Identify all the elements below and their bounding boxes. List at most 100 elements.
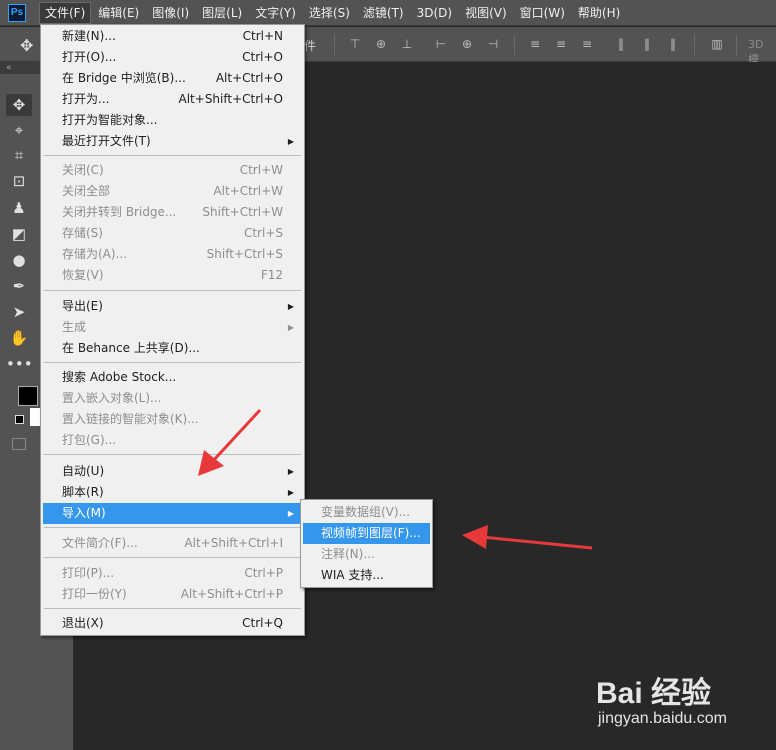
pen-tool-icon[interactable]: ✒	[6, 275, 32, 297]
menu-item-label: 打开(O)...	[62, 50, 117, 64]
menu-item-import[interactable]: 导入(M) ▶	[43, 503, 302, 524]
foreground-color-swatch[interactable]	[18, 386, 38, 406]
crop-tool-icon[interactable]: ⌗	[6, 144, 32, 166]
menu-view[interactable]: 视图(V)	[460, 3, 512, 23]
menu-item-shortcut: Alt+Ctrl+O	[215, 71, 283, 85]
menu-item-scripts[interactable]: 脚本(R) ▶	[43, 482, 302, 503]
menu-item-label: 打开为...	[62, 92, 110, 106]
menu-item-new[interactable]: 新建(N)... Ctrl+N	[43, 26, 302, 47]
distribute-vcenter-icon[interactable]: ≡	[554, 37, 568, 51]
menu-item-revert[interactable]: 恢复(V) F12	[43, 265, 302, 286]
menu-item-automate[interactable]: 自动(U) ▶	[43, 461, 302, 482]
menu-item-shortcut: Alt+Shift+Ctrl+P	[180, 587, 283, 601]
distribute-bottom-icon[interactable]: ≡	[580, 37, 594, 51]
menu-edit[interactable]: 编辑(E)	[93, 3, 144, 23]
menu-item-place-embedded[interactable]: 置入嵌入对象(L)...	[43, 388, 302, 409]
menu-type[interactable]: 文字(Y)	[250, 3, 301, 23]
menu-item-label: 置入链接的智能对象(K)...	[62, 412, 199, 426]
menu-item-print-one[interactable]: 打印一份(Y) Alt+Shift+Ctrl+P	[43, 584, 302, 605]
menu-item-open-recent[interactable]: 最近打开文件(T) ▶	[43, 131, 302, 152]
menu-item-shortcut: Shift+Ctrl+S	[206, 247, 283, 261]
move-tool-icon[interactable]: ✥	[6, 94, 32, 116]
menu-item-search-adobe-stock[interactable]: 搜索 Adobe Stock...	[43, 367, 302, 388]
menu-item-label: 搜索 Adobe Stock...	[62, 370, 177, 384]
menu-item-close-go-bridge[interactable]: 关闭并转到 Bridge... Shift+Ctrl+W	[43, 202, 302, 223]
menu-item-open-smart-object[interactable]: 打开为智能对象...	[43, 110, 302, 131]
menu-item-open[interactable]: 打开(O)... Ctrl+O	[43, 47, 302, 68]
frame-tool-icon[interactable]: ⊡	[6, 170, 32, 192]
menu-item-shortcut: Ctrl+O	[242, 50, 283, 64]
auto-align-icon[interactable]: ▥	[710, 37, 724, 51]
menu-item-file-info[interactable]: 文件简介(F)... Alt+Shift+Ctrl+I	[43, 533, 302, 554]
menu-3d[interactable]: 3D(D)	[412, 3, 457, 23]
more-tools-icon[interactable]: •••	[6, 353, 33, 375]
distribute-right-icon[interactable]: ‖	[666, 37, 680, 51]
menu-item-share-behance[interactable]: 在 Behance 上共享(D)...	[43, 338, 302, 359]
move-tool-icon[interactable]: ✥	[20, 36, 33, 55]
menu-separator	[44, 362, 301, 363]
align-bottom-icon[interactable]: ⊥	[400, 37, 414, 51]
path-select-tool-icon[interactable]: ➤	[6, 301, 32, 323]
submenu-item-notes[interactable]: 注释(N)...	[303, 544, 430, 565]
options-divider	[514, 35, 515, 55]
menu-bar: Ps 文件(F) 编辑(E) 图像(I) 图层(L) 文字(Y) 选择(S) 滤…	[0, 0, 776, 26]
menu-image[interactable]: 图像(I)	[147, 3, 194, 23]
align-vcenter-icon[interactable]: ⊕	[374, 37, 388, 51]
menu-item-export[interactable]: 导出(E) ▶	[43, 296, 302, 317]
menu-item-print[interactable]: 打印(P)... Ctrl+P	[43, 563, 302, 584]
menu-item-package[interactable]: 打包(G)...	[43, 430, 302, 451]
menu-item-browse-bridge[interactable]: 在 Bridge 中浏览(B)... Alt+Ctrl+O	[43, 68, 302, 89]
default-colors-icon[interactable]	[15, 415, 24, 424]
submenu-arrow-icon: ▶	[287, 467, 294, 476]
menu-separator	[44, 557, 301, 558]
menu-item-shortcut: Ctrl+W	[239, 163, 283, 177]
hand-tool-icon[interactable]: ✋	[6, 327, 32, 349]
blur-tool-icon[interactable]: ●	[6, 249, 32, 271]
submenu-arrow-icon: ▶	[287, 137, 294, 146]
quick-mask-icon[interactable]	[12, 438, 26, 450]
menu-layer[interactable]: 图层(L)	[197, 3, 247, 23]
menu-file[interactable]: 文件(F)	[38, 1, 92, 24]
menu-item-place-linked[interactable]: 置入链接的智能对象(K)...	[43, 409, 302, 430]
menu-select[interactable]: 选择(S)	[304, 3, 355, 23]
menu-item-generate[interactable]: 生成 ▶	[43, 317, 302, 338]
menu-item-close-all[interactable]: 关闭全部 Alt+Ctrl+W	[43, 181, 302, 202]
menu-filter[interactable]: 滤镜(T)	[358, 3, 409, 23]
menu-item-open-as[interactable]: 打开为... Alt+Shift+Ctrl+O	[43, 89, 302, 110]
menu-item-save-as[interactable]: 存储为(A)... Shift+Ctrl+S	[43, 244, 302, 265]
menu-item-label: 关闭(C)	[62, 163, 104, 177]
menu-item-label: 脚本(R)	[62, 485, 104, 499]
menu-window[interactable]: 窗口(W)	[515, 3, 570, 23]
menu-help[interactable]: 帮助(H)	[573, 3, 625, 23]
options-label-fragment: 件	[304, 39, 317, 53]
distribute-hcenter-icon[interactable]: ‖	[640, 37, 654, 51]
menu-item-exit[interactable]: 退出(X) Ctrl+Q	[43, 613, 302, 634]
distribute-left-icon[interactable]: ‖	[614, 37, 628, 51]
toolbar-collapse-handle[interactable]: «	[0, 62, 40, 74]
lasso-tool-icon[interactable]: ⌖	[6, 119, 32, 141]
align-top-icon[interactable]: ⊤	[348, 37, 362, 51]
watermark-url: jingyan.baidu.com	[598, 710, 727, 727]
menu-item-shortcut: Shift+Ctrl+W	[202, 205, 283, 219]
stamp-tool-icon[interactable]: ♟	[6, 197, 32, 219]
submenu-item-wia-support[interactable]: WIA 支持...	[303, 565, 430, 586]
menu-item-label: 自动(U)	[62, 464, 105, 478]
menu-item-label: 关闭并转到 Bridge...	[62, 205, 177, 219]
submenu-item-variable-data-sets[interactable]: 变量数据组(V)...	[303, 502, 430, 523]
menu-item-shortcut: Alt+Shift+Ctrl+I	[184, 536, 283, 550]
submenu-item-video-frames-to-layers[interactable]: 视频帧到图层(F)...	[303, 523, 430, 544]
baidu-jingyan-watermark: Bai 经验 jingyan.baidu.com	[590, 660, 770, 740]
menu-item-save[interactable]: 存储(S) Ctrl+S	[43, 223, 302, 244]
menu-item-label: 打印(P)...	[62, 566, 115, 580]
menu-separator	[44, 527, 301, 528]
menu-item-close[interactable]: 关闭(C) Ctrl+W	[43, 160, 302, 181]
align-right-icon[interactable]: ⊣	[486, 37, 500, 51]
photoshop-logo-icon[interactable]: Ps	[8, 3, 26, 22]
distribute-top-icon[interactable]: ≡	[528, 37, 542, 51]
menu-item-label: 打包(G)...	[62, 433, 117, 447]
eraser-tool-icon[interactable]: ◩	[6, 223, 32, 245]
align-hcenter-icon[interactable]: ⊕	[460, 37, 474, 51]
background-color-swatch[interactable]	[30, 408, 40, 426]
submenu-arrow-icon: ▶	[287, 509, 294, 518]
align-left-icon[interactable]: ⊢	[434, 37, 448, 51]
